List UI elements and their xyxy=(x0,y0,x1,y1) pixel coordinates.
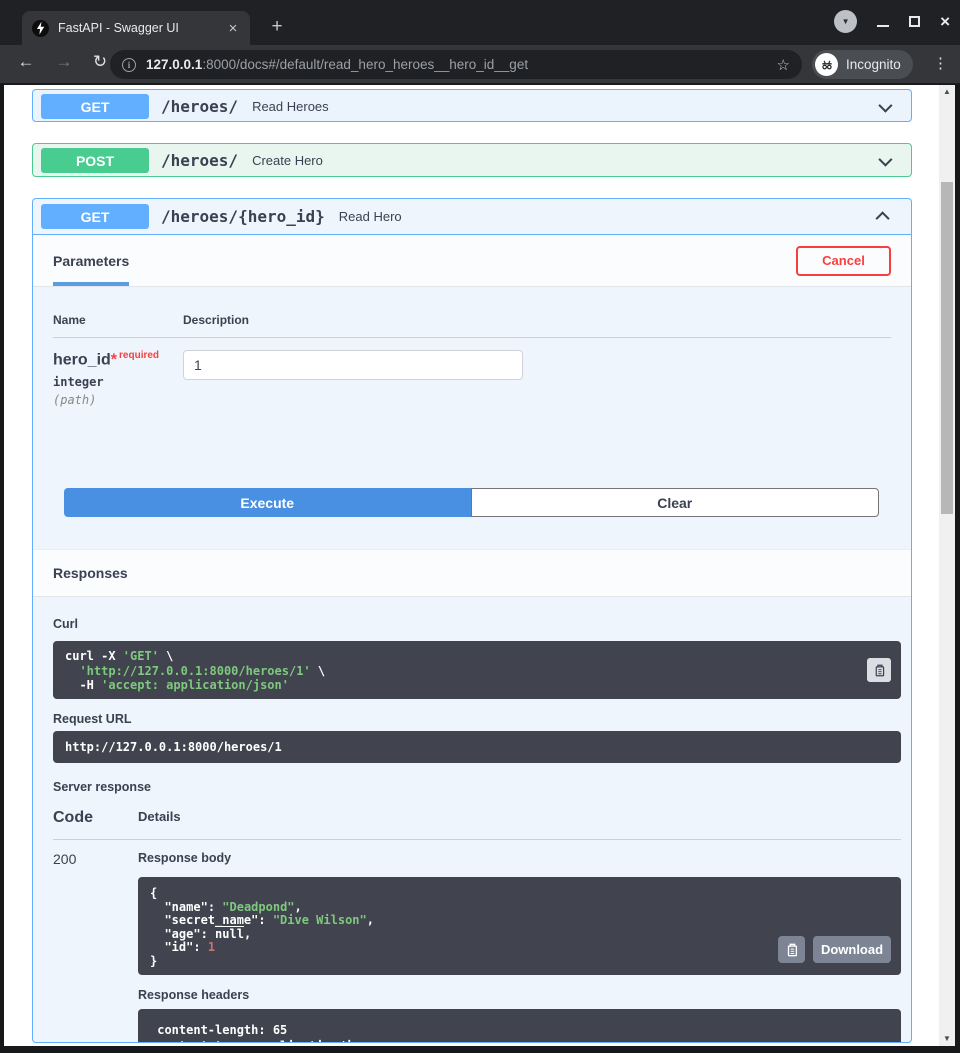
endpoint-summary: Create Hero xyxy=(252,153,323,168)
parameter-row: hero_id* required integer (path) xyxy=(53,338,891,458)
copy-to-clipboard-icon[interactable] xyxy=(867,658,891,682)
status-code: 200 xyxy=(53,851,77,867)
endpoint-summary: Read Hero xyxy=(338,209,402,224)
response-body-label: Response body xyxy=(138,851,232,865)
response-body-block: { "name": "Deadpond", "secret_name": "Di… xyxy=(138,877,901,975)
back-button[interactable]: ← xyxy=(14,52,38,72)
column-header-description: Description xyxy=(183,313,250,327)
new-tab-button[interactable]: + xyxy=(264,14,290,40)
forward-button[interactable]: → xyxy=(52,52,76,72)
endpoint-post-heroes[interactable]: POST /heroes/ Create Hero xyxy=(32,143,912,177)
response-headers-label: Response headers xyxy=(138,988,250,1002)
column-header-code: Code xyxy=(53,809,93,826)
browser-tab[interactable]: FastAPI - Swagger UI × xyxy=(22,11,250,45)
bookmark-star-icon[interactable]: ☆ xyxy=(777,56,790,74)
parameter-type: integer xyxy=(53,375,104,390)
url-text[interactable]: 127.0.0.1:8000/docs#/default/read_hero_h… xyxy=(146,57,769,72)
browser-titlebar: FastAPI - Swagger UI × + ▼ × xyxy=(0,0,960,45)
request-url-block: http://127.0.0.1:8000/heroes/1 xyxy=(53,731,901,763)
page-scrollbar[interactable]: ▲ ▼ xyxy=(939,85,955,1046)
method-badge-get: GET xyxy=(41,204,149,229)
endpoint-summary: Read Heroes xyxy=(252,99,329,114)
method-badge-post: POST xyxy=(41,148,149,173)
cancel-button[interactable]: Cancel xyxy=(796,245,891,276)
window-maximize-button[interactable] xyxy=(909,16,921,27)
incognito-badge: Incognito xyxy=(812,50,913,79)
browser-toolbar: ← → ↻ i 127.0.0.1:8000/docs#/default/rea… xyxy=(0,45,960,84)
endpoint-path: /heroes/ xyxy=(161,97,239,116)
endpoint-summary-bar[interactable]: GET /heroes/{hero_id} Read Hero xyxy=(33,199,911,235)
server-response-label: Server response xyxy=(53,780,151,794)
column-header-details: Details xyxy=(138,809,181,824)
execute-button[interactable]: Execute xyxy=(64,488,471,517)
hero-id-input[interactable] xyxy=(183,350,523,380)
parameter-location: (path) xyxy=(53,393,97,408)
curl-label: Curl xyxy=(53,617,78,631)
request-url-value: http://127.0.0.1:8000/heroes/1 xyxy=(65,740,282,754)
chevron-down-icon[interactable] xyxy=(878,98,893,113)
clear-button[interactable]: Clear xyxy=(470,488,879,517)
response-headers-block: content-length: 65 content-type: applica… xyxy=(138,1009,901,1042)
endpoint-get-heroes[interactable]: GET /heroes/ Read Heroes xyxy=(32,89,912,122)
request-url-label: Request URL xyxy=(53,712,132,726)
endpoint-get-hero-by-id: GET /heroes/{hero_id} Read Hero Paramete… xyxy=(32,198,912,1043)
chevron-down-icon[interactable] xyxy=(878,152,893,167)
incognito-label: Incognito xyxy=(846,57,901,72)
required-asterisk: * xyxy=(110,351,118,369)
scroll-down-icon[interactable]: ▼ xyxy=(939,1032,955,1046)
reload-button[interactable]: ↻ xyxy=(88,52,112,72)
site-info-icon[interactable]: i xyxy=(122,57,136,72)
scroll-up-icon[interactable]: ▲ xyxy=(939,85,955,99)
tab-title: FastAPI - Swagger UI xyxy=(58,21,179,35)
method-badge-get: GET xyxy=(41,94,149,119)
responses-section-header: Responses xyxy=(33,549,911,597)
browser-menu-icon[interactable]: ⋮ xyxy=(933,54,948,72)
tab-close-icon[interactable]: × xyxy=(224,20,242,37)
copy-to-clipboard-icon[interactable] xyxy=(778,936,805,963)
fastapi-favicon-icon xyxy=(32,19,49,37)
required-label: required xyxy=(119,350,160,361)
download-button[interactable]: Download xyxy=(813,936,891,963)
endpoint-path: /heroes/{hero_id} xyxy=(161,207,325,226)
window-close-button[interactable]: × xyxy=(940,13,950,30)
column-header-name: Name xyxy=(53,313,86,327)
swagger-page: GET /heroes/ Read Heroes POST /heroes/ C… xyxy=(4,85,955,1046)
parameter-name: hero_id* required xyxy=(53,350,160,369)
curl-code-block: curl -X 'GET' \ 'http://127.0.0.1:8000/h… xyxy=(53,641,901,699)
endpoint-path: /heroes/ xyxy=(161,151,239,170)
tab-search-icon[interactable]: ▼ xyxy=(834,10,858,33)
window-minimize-button[interactable] xyxy=(877,24,890,27)
scrollbar-thumb[interactable] xyxy=(941,182,953,514)
address-bar[interactable]: i 127.0.0.1:8000/docs#/default/read_hero… xyxy=(110,50,802,79)
tab-parameters[interactable]: Parameters xyxy=(53,235,130,286)
incognito-icon xyxy=(815,53,838,76)
response-row-200: 200 Response body { "name": "Deadpond", … xyxy=(53,840,901,1042)
